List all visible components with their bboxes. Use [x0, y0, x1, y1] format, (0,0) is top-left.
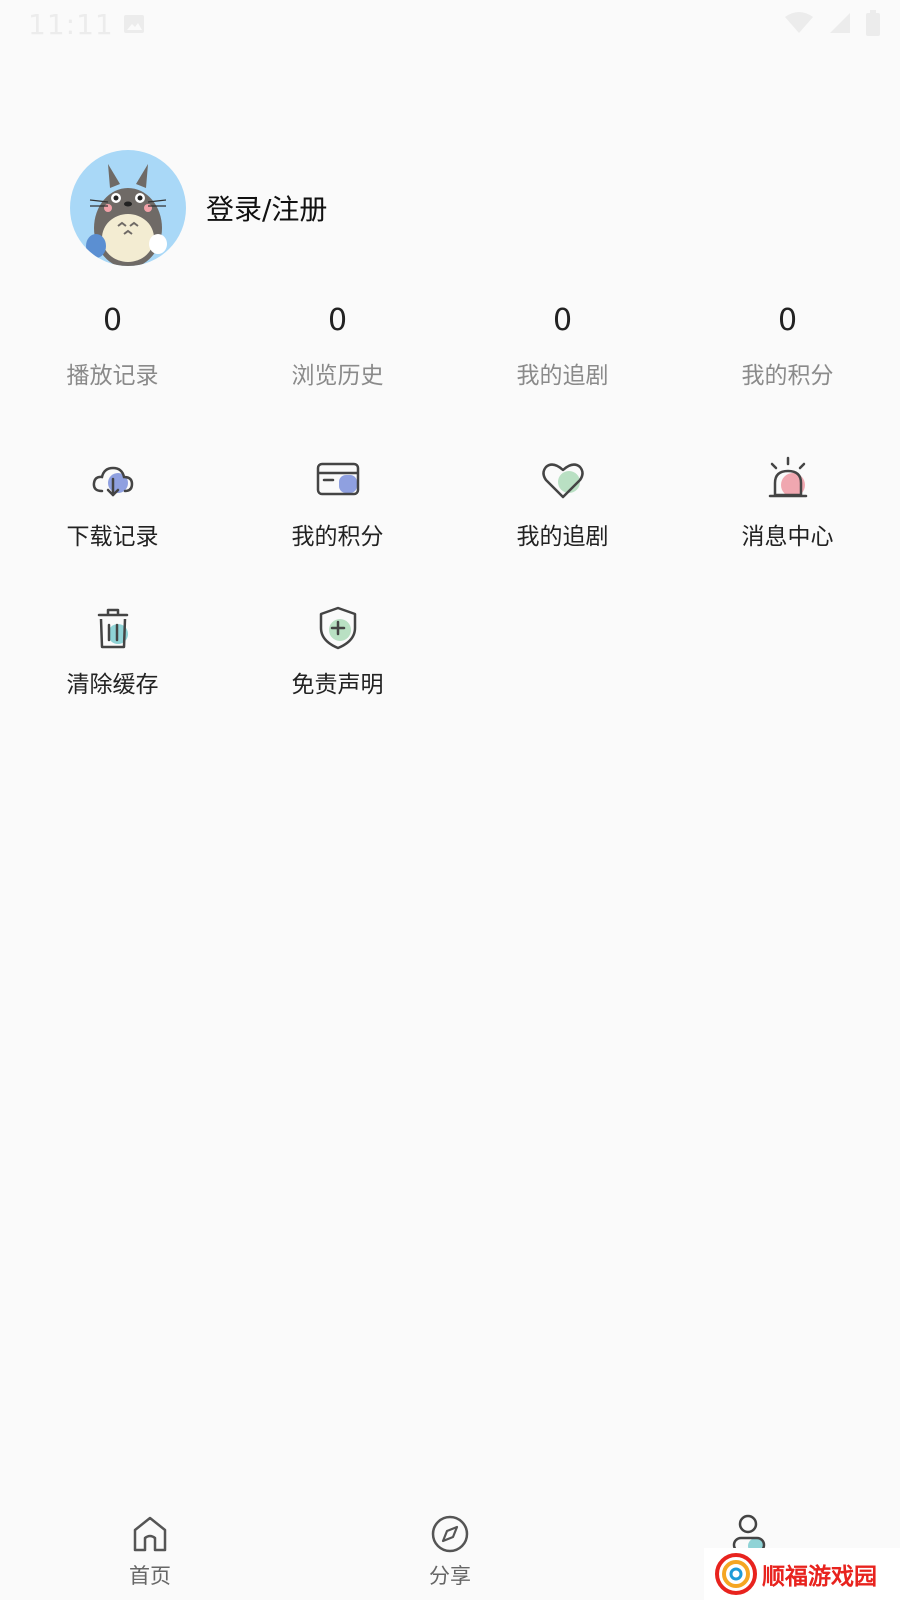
stat-value: 0: [102, 303, 123, 338]
tab-home[interactable]: 首页: [0, 1500, 300, 1600]
menu-item-my-points[interactable]: 我的积分: [225, 455, 450, 603]
tab-label: 首页: [129, 1564, 171, 1588]
menu-item-clear-cache[interactable]: 清除缓存: [0, 603, 225, 751]
card-icon: [313, 455, 363, 505]
stat-browse-history[interactable]: 0 浏览历史: [225, 300, 450, 390]
stat-play-history[interactable]: 0 播放记录: [0, 300, 225, 390]
home-icon: [128, 1512, 172, 1556]
stat-my-points[interactable]: 0 我的积分: [675, 300, 900, 390]
menu-grid: 下载记录 我的积分 我的追剧 消息中心 清除缓存 免责声明: [0, 455, 900, 751]
menu-item-downloads[interactable]: 下载记录: [0, 455, 225, 603]
wifi-icon: [784, 11, 814, 39]
tab-share[interactable]: 分享: [300, 1500, 600, 1600]
stats-row: 0 播放记录 0 浏览历史 0 我的追剧 0 我的积分: [0, 300, 900, 390]
watermark: 顺福游戏园: [704, 1548, 900, 1600]
alarm-icon: [763, 455, 813, 505]
stat-my-follows[interactable]: 0 我的追剧: [450, 300, 675, 390]
stat-value: 0: [327, 303, 348, 338]
cloud-download-icon: [88, 455, 138, 505]
trash-icon: [88, 603, 138, 653]
avatar[interactable]: [70, 150, 186, 266]
tab-label: 分享: [429, 1564, 471, 1588]
status-time: 11:11: [28, 8, 114, 41]
signal-icon: [828, 11, 852, 39]
stat-value: 0: [552, 303, 573, 338]
watermark-text: 顺福游戏园: [762, 1564, 877, 1590]
menu-item-label: 我的积分: [291, 524, 384, 550]
profile-header[interactable]: 登录/注册: [70, 150, 327, 266]
heart-icon: [538, 455, 588, 505]
menu-item-label: 下载记录: [66, 524, 159, 550]
menu-item-label: 免责声明: [291, 672, 384, 698]
status-icons: [784, 10, 880, 40]
stat-label: 我的积分: [741, 363, 834, 389]
menu-item-disclaimer[interactable]: 免责声明: [225, 603, 450, 751]
status-bar: 11:11: [0, 0, 900, 50]
image-notification-icon: [122, 12, 146, 36]
menu-item-label: 消息中心: [741, 524, 834, 550]
menu-item-my-follows[interactable]: 我的追剧: [450, 455, 675, 603]
stat-value: 0: [777, 303, 798, 338]
shield-icon: [313, 603, 363, 653]
menu-item-label: 我的追剧: [516, 524, 609, 550]
stat-label: 我的追剧: [516, 363, 609, 389]
watermark-logo-icon: [714, 1552, 758, 1596]
stat-label: 浏览历史: [291, 363, 384, 389]
stat-label: 播放记录: [66, 363, 159, 389]
compass-icon: [428, 1512, 472, 1556]
menu-item-label: 清除缓存: [66, 672, 159, 698]
battery-icon: [866, 10, 880, 40]
menu-item-messages[interactable]: 消息中心: [675, 455, 900, 603]
login-register-link[interactable]: 登录/注册: [206, 188, 327, 228]
